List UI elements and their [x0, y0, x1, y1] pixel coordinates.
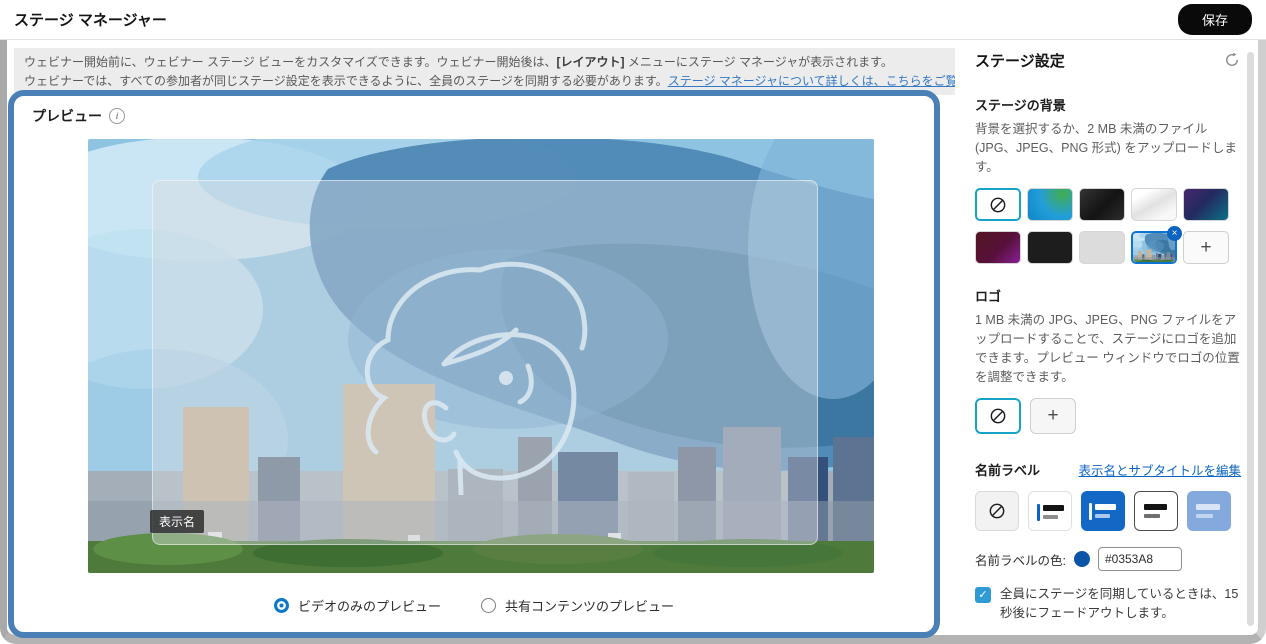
prohibition-icon	[988, 502, 1006, 520]
logo-description: 1 MB 未満の JPG、JPEG、PNG ファイルをアップロードすることで、ス…	[975, 313, 1240, 384]
display-name-label[interactable]: 表示名	[150, 510, 205, 533]
background-swatch-grid: × +	[975, 188, 1241, 265]
sync-fadeout-row: ✓ 全員にステージを同期しているときは、15 秒後にフェードアウトします。	[975, 585, 1241, 623]
background-swatch-white-silk[interactable]	[1131, 188, 1177, 222]
plus-icon: +	[1200, 236, 1212, 258]
avatar-placeholder-icon	[364, 261, 588, 495]
preview-panel: プレビュー i 表示名 ビデオのみのプレビュー 共有コンテンツのプレビュー	[8, 90, 940, 638]
background-heading: ステージの背景	[975, 98, 1066, 113]
logo-buttons: +	[975, 398, 1241, 435]
reset-refresh-icon[interactable]	[1223, 52, 1241, 70]
background-description: 背景を選択するか、2 MB 未満のファイル (JPG、JPEG、PNG 形式) …	[975, 122, 1237, 174]
background-swatch-purple-teal[interactable]	[1183, 188, 1229, 222]
plus-icon: +	[1047, 405, 1059, 427]
sync-fadeout-label: 全員にステージを同期しているときは、15 秒後にフェードアウトします。	[1000, 587, 1239, 620]
background-swatch-city-selected[interactable]: ×	[1131, 226, 1182, 265]
color-hex-input[interactable]	[1097, 547, 1182, 572]
background-upload-button[interactable]: +	[1183, 231, 1229, 265]
save-button[interactable]: 保存	[1177, 4, 1252, 35]
color-swatch-dot[interactable]	[1073, 551, 1090, 568]
logo-upload-button[interactable]: +	[1030, 398, 1076, 435]
prohibition-icon	[989, 407, 1007, 425]
radio-video-only[interactable]: ビデオのみのプレビュー	[273, 596, 441, 615]
name-label-style-light-blue[interactable]	[1187, 491, 1231, 532]
info-banner: ウェビナー開始前に、ウェビナー ステージ ビューをカスタマイズできます。ウェビナ…	[14, 48, 955, 95]
name-label-color-row: 名前ラベルの色:	[975, 547, 1241, 572]
radio-unselected-icon[interactable]	[481, 598, 496, 613]
header: ステージ マネージャー 保存	[0, 0, 1266, 40]
name-label-color-label: 名前ラベルの色:	[975, 553, 1066, 568]
video-tile[interactable]: 表示名	[150, 180, 818, 545]
logo-none-button[interactable]	[975, 398, 1021, 435]
radio-shared-content-label: 共有コンテンツのプレビュー	[505, 599, 675, 614]
name-label-style-blue[interactable]	[1081, 491, 1125, 532]
background-swatch-black[interactable]	[1027, 231, 1073, 265]
radio-video-only-label: ビデオのみのプレビュー	[297, 599, 441, 614]
preview-label: プレビュー	[32, 108, 102, 124]
checkbox-checked-icon[interactable]: ✓	[975, 587, 991, 604]
sidebar-scrollbar[interactable]	[1247, 52, 1254, 626]
remove-background-close-icon[interactable]: ×	[1167, 226, 1182, 242]
background-swatch-blue-green[interactable]	[1027, 188, 1073, 222]
background-swatch-light-gray[interactable]	[1079, 231, 1125, 265]
background-swatch-red-purple[interactable]	[975, 231, 1021, 265]
background-swatch-dark-wave[interactable]	[1079, 188, 1125, 222]
layout-menu-emphasis: [レイアウト]	[556, 55, 625, 69]
name-label-style-bordered[interactable]	[1134, 491, 1178, 532]
name-label-style-none[interactable]	[975, 491, 1019, 532]
stage-settings-sidebar: ステージ設定 ステージの背景 背景を選択するか、2 MB 未満のファイル (JP…	[975, 50, 1241, 623]
banner-line-1: ウェビナー開始前に、ウェビナー ステージ ビューをカスタマイズできます。ウェビナ…	[24, 55, 893, 69]
prohibition-icon	[989, 196, 1007, 214]
info-icon[interactable]: i	[109, 108, 125, 124]
edit-display-name-link[interactable]: 表示名とサブタイトルを編集	[1078, 460, 1241, 479]
name-label-style-grid	[975, 491, 1241, 532]
learn-more-link[interactable]: ステージ マネージャについて詳しくは、こちらをご覧ください。	[668, 74, 955, 88]
name-label-heading: 名前ラベル	[975, 463, 1041, 479]
banner-line-2: ウェビナーでは、すべての参加者が同じステージ設定を表示できるように、全員のステー…	[24, 72, 955, 91]
radio-shared-content[interactable]: 共有コンテンツのプレビュー	[481, 596, 674, 615]
preview-mode-radios: ビデオのみのプレビュー 共有コンテンツのプレビュー	[14, 596, 934, 615]
background-swatch-none[interactable]	[975, 188, 1021, 222]
sidebar-title: ステージ設定	[975, 53, 1065, 70]
name-label-style-white-accent[interactable]	[1028, 491, 1072, 532]
logo-heading: ロゴ	[975, 289, 1002, 305]
stage-manager-window: ステージ マネージャー 保存 ウェビナー開始前に、ウェビナー ステージ ビューを…	[0, 0, 1266, 644]
radio-selected-icon[interactable]	[273, 598, 289, 613]
page-title: ステージ マネージャー	[14, 12, 167, 29]
preview-label-row: プレビュー i	[32, 106, 125, 126]
